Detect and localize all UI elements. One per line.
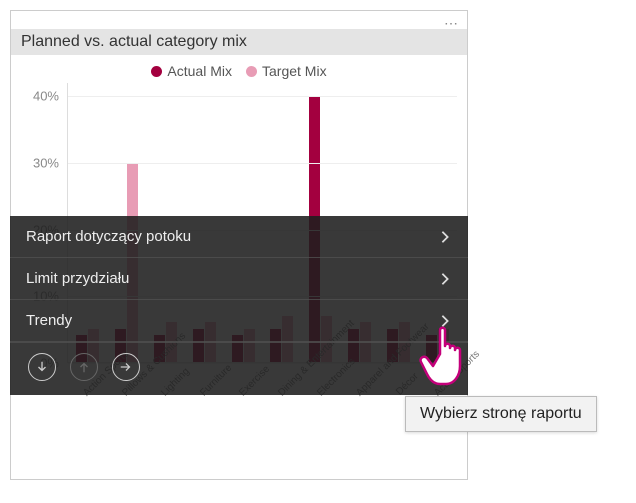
tile-title: Planned vs. actual category mix (11, 29, 467, 55)
y-tick-label: 40% (33, 89, 59, 104)
legend-label-actual: Actual Mix (167, 63, 232, 79)
menu-item-trendy[interactable]: Trendy (10, 300, 468, 342)
gridline (68, 163, 457, 164)
legend-item-target: Target Mix (246, 63, 327, 79)
chart-legend: Actual Mix Target Mix (11, 55, 467, 83)
legend-item-actual: Actual Mix (151, 63, 232, 79)
download-button[interactable] (28, 353, 56, 381)
menu-item-limit[interactable]: Limit przydziału (10, 258, 468, 300)
gridline (68, 96, 457, 97)
swatch-actual-icon (151, 66, 162, 77)
next-button[interactable] (112, 353, 140, 381)
page-selector-menu: Raport dotyczący potoku Limit przydziału… (10, 216, 468, 395)
y-tick-label: 30% (33, 156, 59, 171)
chevron-right-icon (438, 314, 452, 328)
menu-item-label: Limit przydziału (26, 270, 129, 287)
menu-item-label: Trendy (26, 312, 72, 329)
upload-button (70, 353, 98, 381)
tile-header: ⋯ (11, 11, 467, 29)
swatch-target-icon (246, 66, 257, 77)
legend-label-target: Target Mix (262, 63, 327, 79)
menu-item-potok[interactable]: Raport dotyczący potoku (10, 216, 468, 258)
chevron-right-icon (438, 230, 452, 244)
menu-item-label: Raport dotyczący potoku (26, 228, 191, 245)
chevron-right-icon (438, 272, 452, 286)
tooltip: Wybierz stronę raportu (405, 396, 597, 432)
more-options-icon[interactable]: ⋯ (444, 15, 459, 29)
icon-tray (10, 342, 468, 395)
